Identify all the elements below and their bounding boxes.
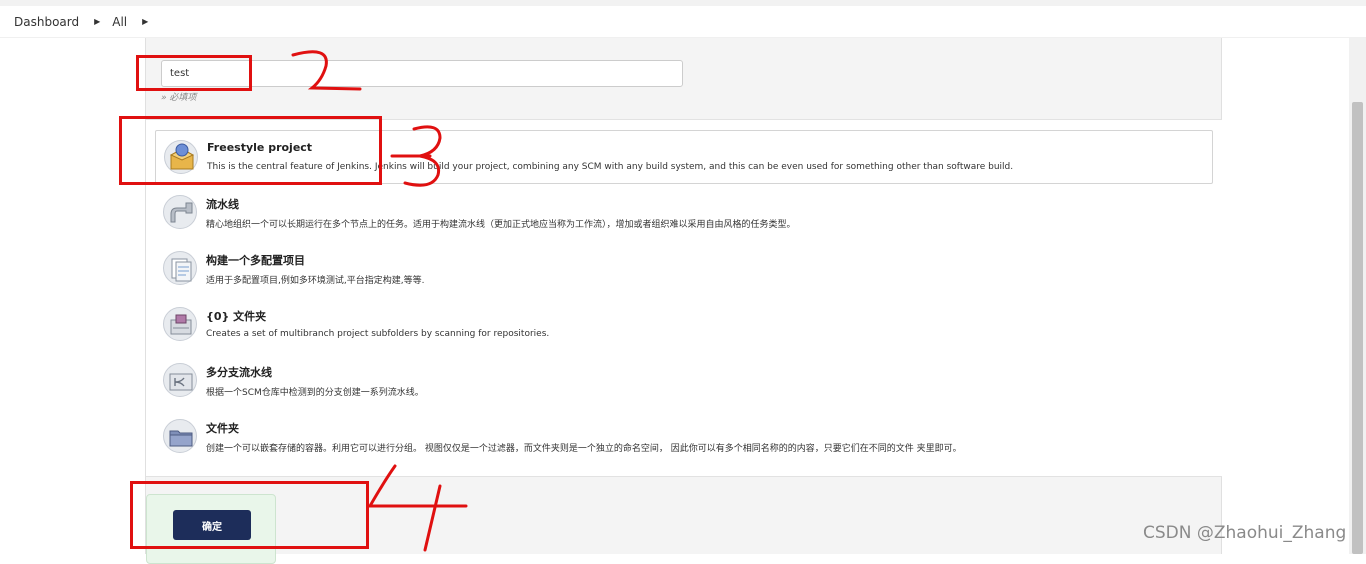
watermark: CSDN @Zhaohui_Zhang: [1143, 523, 1347, 543]
annotation-scribbles: [291, 50, 468, 552]
